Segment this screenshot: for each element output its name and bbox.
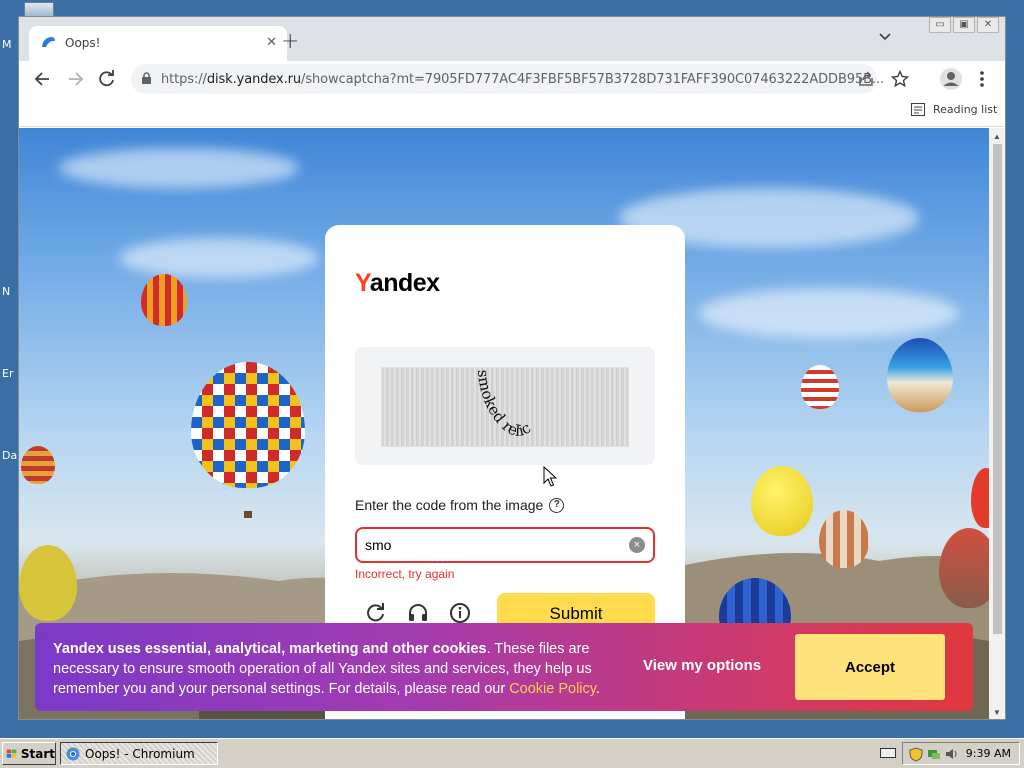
security-shield-icon[interactable] xyxy=(909,747,923,762)
volume-icon[interactable] xyxy=(945,747,959,761)
prompt-label: Enter the code from the image xyxy=(355,497,544,513)
accept-cookies-button[interactable]: Accept xyxy=(795,634,945,700)
hot-air-balloon xyxy=(801,365,839,409)
page-scrollbar[interactable]: ▲ ▼ xyxy=(989,128,1005,719)
share-icon[interactable] xyxy=(857,70,875,88)
browser-toolbar: https://disk.yandex.ru/showcaptcha?mt=79… xyxy=(19,61,1005,97)
clear-input-icon[interactable]: × xyxy=(629,537,645,553)
mouse-cursor-icon xyxy=(543,466,557,487)
reading-list-icon xyxy=(911,103,925,116)
start-label: Start xyxy=(20,746,55,761)
desktop-icon-label[interactable]: N xyxy=(2,285,10,298)
cloud xyxy=(59,148,299,188)
yandex-logo[interactable]: Yandex xyxy=(355,269,440,298)
profile-avatar-icon[interactable] xyxy=(939,67,963,91)
minimize-button[interactable]: ▭ xyxy=(929,17,951,33)
reload-icon[interactable] xyxy=(97,69,117,89)
cookie-banner: Yandex uses essential, analytical, marke… xyxy=(35,623,973,711)
network-icon[interactable] xyxy=(927,747,941,761)
svg-text:smoked relic: smoked relic xyxy=(474,369,534,440)
chevron-down-icon[interactable] xyxy=(879,33,891,41)
reading-list-label: Reading list xyxy=(933,103,998,116)
windows-logo-icon xyxy=(6,749,17,758)
hot-air-balloon xyxy=(191,362,305,488)
maximize-button[interactable]: ▣ xyxy=(953,17,975,33)
scroll-down-icon[interactable]: ▼ xyxy=(993,708,1001,717)
view-options-button[interactable]: View my options xyxy=(643,657,761,674)
refresh-captcha-icon[interactable] xyxy=(365,602,387,624)
browser-window: Oops! ✕ + ▭ ▣ ✕ https://disk.yandex.ru/s… xyxy=(18,16,1006,720)
window-controls: ▭ ▣ ✕ xyxy=(929,17,999,35)
back-arrow-icon[interactable] xyxy=(33,69,53,89)
captcha-image-container: smoked relic xyxy=(355,347,655,465)
taskbar-chromium-window[interactable]: Oops! - Chromium xyxy=(60,742,218,765)
system-tray: 9:39 AM xyxy=(902,742,1020,765)
captcha-prompt: Enter the code from the image ? xyxy=(355,497,565,513)
bookmarks-bar: Reading list xyxy=(19,97,1005,127)
desktop-icon-label[interactable]: Er xyxy=(2,367,13,380)
hot-air-balloon xyxy=(751,466,813,536)
captcha-input[interactable] xyxy=(365,537,625,553)
address-bar[interactable]: https://disk.yandex.ru/showcaptcha?mt=79… xyxy=(131,64,909,94)
new-tab-button[interactable]: + xyxy=(281,29,299,54)
taskbar: Start Oops! - Chromium 9:39 AM xyxy=(0,738,1024,768)
reading-list-button[interactable]: Reading list xyxy=(911,103,997,116)
start-button[interactable]: Start xyxy=(2,742,56,765)
info-icon[interactable] xyxy=(449,602,471,624)
headphones-audio-icon[interactable] xyxy=(407,602,429,624)
more-menu-icon[interactable] xyxy=(979,69,985,89)
captcha-image: smoked relic xyxy=(381,367,629,447)
chromium-icon xyxy=(66,747,80,760)
desktop-icon-label[interactable]: Da xyxy=(2,449,17,462)
browser-titlebar: Oops! ✕ + ▭ ▣ ✕ xyxy=(19,17,1005,61)
hot-air-balloon xyxy=(19,545,77,621)
captcha-text: smoked relic xyxy=(474,369,534,440)
lock-icon[interactable] xyxy=(141,72,152,85)
hot-air-balloon xyxy=(21,446,55,484)
hot-air-balloon xyxy=(141,274,187,326)
clock[interactable]: 9:39 AM xyxy=(966,747,1011,760)
close-tab-icon[interactable]: ✕ xyxy=(266,34,277,50)
balloon-basket xyxy=(244,511,252,518)
desktop-icon-label[interactable]: M xyxy=(2,38,12,51)
cookie-policy-link[interactable]: Cookie Policy xyxy=(509,681,596,697)
url-text[interactable]: https://disk.yandex.ru/showcaptcha?mt=79… xyxy=(161,72,884,87)
hot-air-balloon xyxy=(819,510,869,568)
help-icon[interactable]: ? xyxy=(549,497,565,513)
scroll-up-icon[interactable]: ▲ xyxy=(993,132,1001,141)
cookie-text: Yandex uses essential, analytical, marke… xyxy=(53,641,600,697)
error-message: Incorrect, try again xyxy=(355,567,455,581)
tab-oops[interactable]: Oops! ✕ xyxy=(29,26,287,61)
cloud xyxy=(699,288,959,338)
task-label: Oops! - Chromium xyxy=(85,746,195,761)
page-content: Yandex smoked relic Enter the code from … xyxy=(19,128,989,719)
keyboard-icon[interactable] xyxy=(880,748,896,758)
cloud xyxy=(119,238,319,278)
forward-arrow-icon[interactable] xyxy=(65,69,85,89)
scrollbar-thumb[interactable] xyxy=(993,144,1002,634)
close-window-button[interactable]: ✕ xyxy=(977,17,999,33)
captcha-input-field[interactable]: × xyxy=(355,527,655,563)
tab-title: Oops! xyxy=(65,36,101,50)
bookmark-star-icon[interactable] xyxy=(891,70,909,88)
yandex-disk-favicon-icon xyxy=(42,37,55,47)
hot-air-balloon xyxy=(887,338,953,412)
